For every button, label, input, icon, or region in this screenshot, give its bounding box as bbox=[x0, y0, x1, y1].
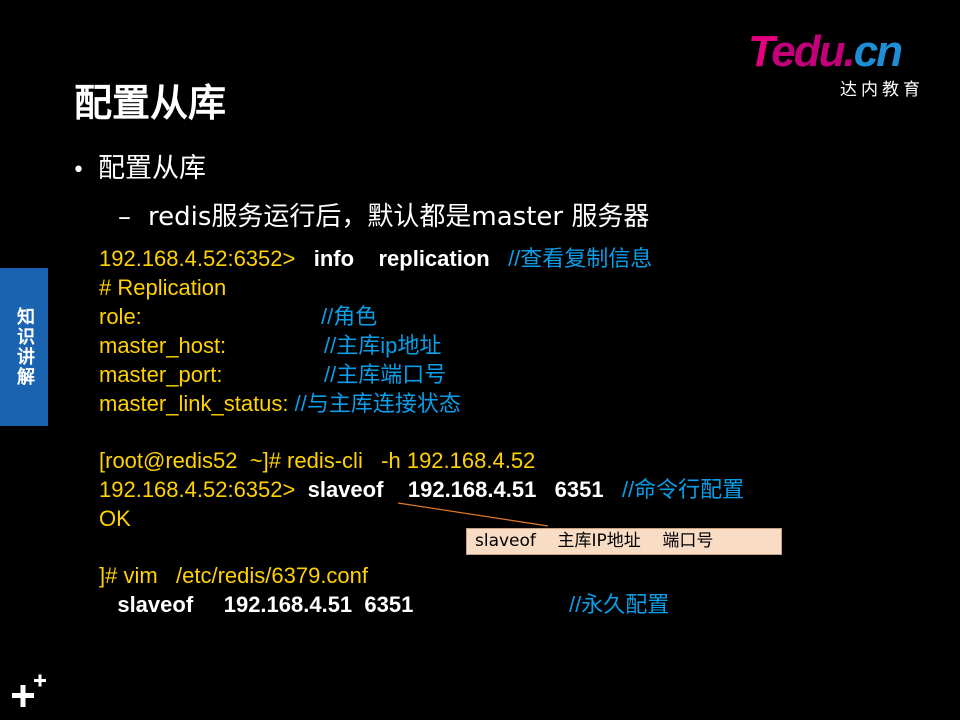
callout-line bbox=[397, 502, 549, 527]
callout-slaveof-syntax: slaveof 主库IP地址 端口号 bbox=[466, 528, 782, 555]
plus-icon bbox=[12, 674, 46, 707]
callout-connector bbox=[397, 502, 549, 527]
